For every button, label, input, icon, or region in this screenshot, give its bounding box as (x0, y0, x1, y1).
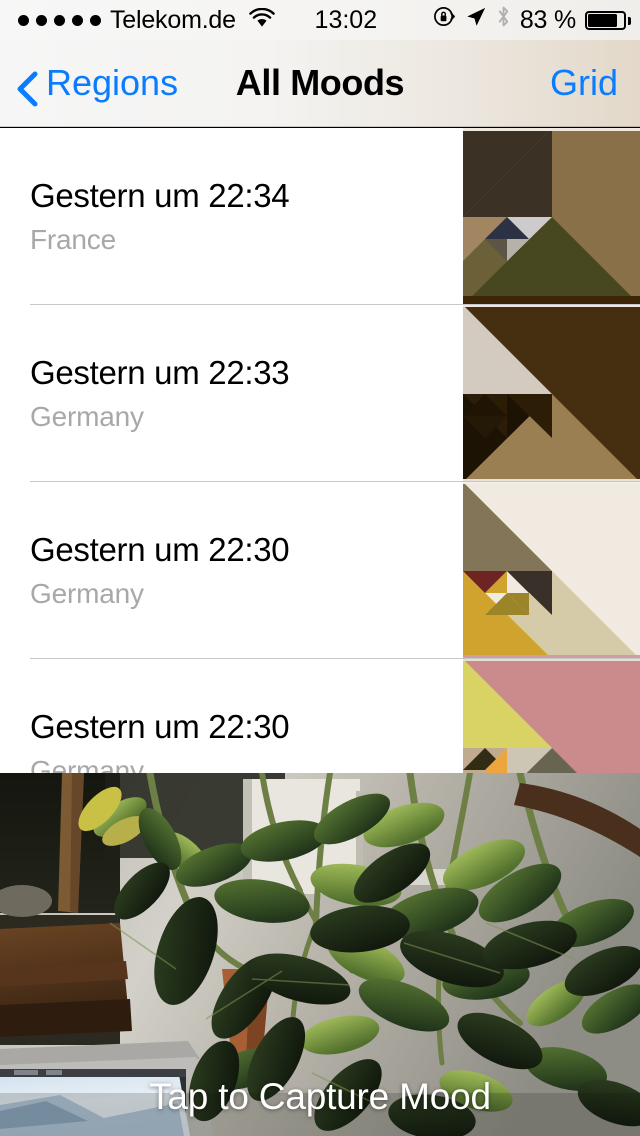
mood-thumbnail[interactable] (463, 305, 640, 482)
status-bar-left: Telekom.de (0, 6, 275, 35)
signal-dot (18, 14, 29, 26)
capture-mood-button[interactable]: Tap to Capture Mood (0, 1076, 640, 1118)
carrier-label: Telekom.de (110, 5, 236, 34)
row-title: Gestern um 22:30 (30, 531, 290, 568)
chevron-left-icon (14, 70, 40, 107)
signal-strength-dots (18, 14, 101, 26)
row-subtitle: Germany (30, 401, 144, 432)
rotation-lock-icon (433, 5, 456, 35)
battery-icon (585, 10, 631, 30)
moods-list[interactable]: Gestern um 22:34 France Gestern um 22:33… (0, 128, 640, 773)
camera-preview[interactable]: Tap to Capture Mood (0, 773, 640, 1136)
back-button[interactable]: Regions (0, 62, 179, 107)
mood-thumbnail[interactable] (463, 128, 640, 305)
row-text: Gestern um 22:34 France (30, 128, 450, 305)
signal-dot (36, 14, 47, 26)
row-title: Gestern um 22:33 (30, 354, 290, 391)
row-title: Gestern um 22:30 (30, 708, 290, 745)
row-subtitle: France (30, 224, 116, 255)
row-text: Gestern um 22:33 Germany (30, 305, 450, 482)
signal-dot (54, 14, 65, 26)
mood-thumbnail[interactable] (463, 659, 640, 773)
row-text: Gestern um 22:30 Germany (30, 659, 450, 773)
table-row[interactable]: Gestern um 22:30 Germany (0, 659, 640, 773)
status-bar: Telekom.de 13:02 83 % (0, 0, 640, 40)
grid-button[interactable]: Grid (550, 62, 640, 104)
bluetooth-icon (496, 5, 511, 35)
mood-thumbnail[interactable] (463, 482, 640, 659)
table-row[interactable]: Gestern um 22:34 France (0, 128, 640, 305)
app-screen: Telekom.de 13:02 83 % Regions All Moods … (0, 0, 640, 1136)
status-bar-right: 83 % (433, 5, 640, 35)
table-row[interactable]: Gestern um 22:33 Germany (0, 305, 640, 482)
battery-percent-label: 83 % (519, 5, 576, 34)
status-bar-clock: 13:02 (314, 5, 378, 34)
row-subtitle: Germany (30, 755, 144, 774)
navigation-bar: Regions All Moods Grid (0, 40, 640, 127)
row-subtitle: Germany (30, 578, 144, 609)
wifi-icon (249, 6, 275, 35)
row-title: Gestern um 22:34 (30, 177, 290, 214)
table-row[interactable]: Gestern um 22:30 Germany (0, 482, 640, 659)
back-button-label: Regions (46, 62, 179, 103)
signal-dot (72, 14, 83, 26)
status-bar-center: 13:02 (275, 6, 433, 35)
row-text: Gestern um 22:30 Germany (30, 482, 450, 659)
location-arrow-icon (465, 6, 487, 35)
signal-dot (90, 14, 101, 26)
